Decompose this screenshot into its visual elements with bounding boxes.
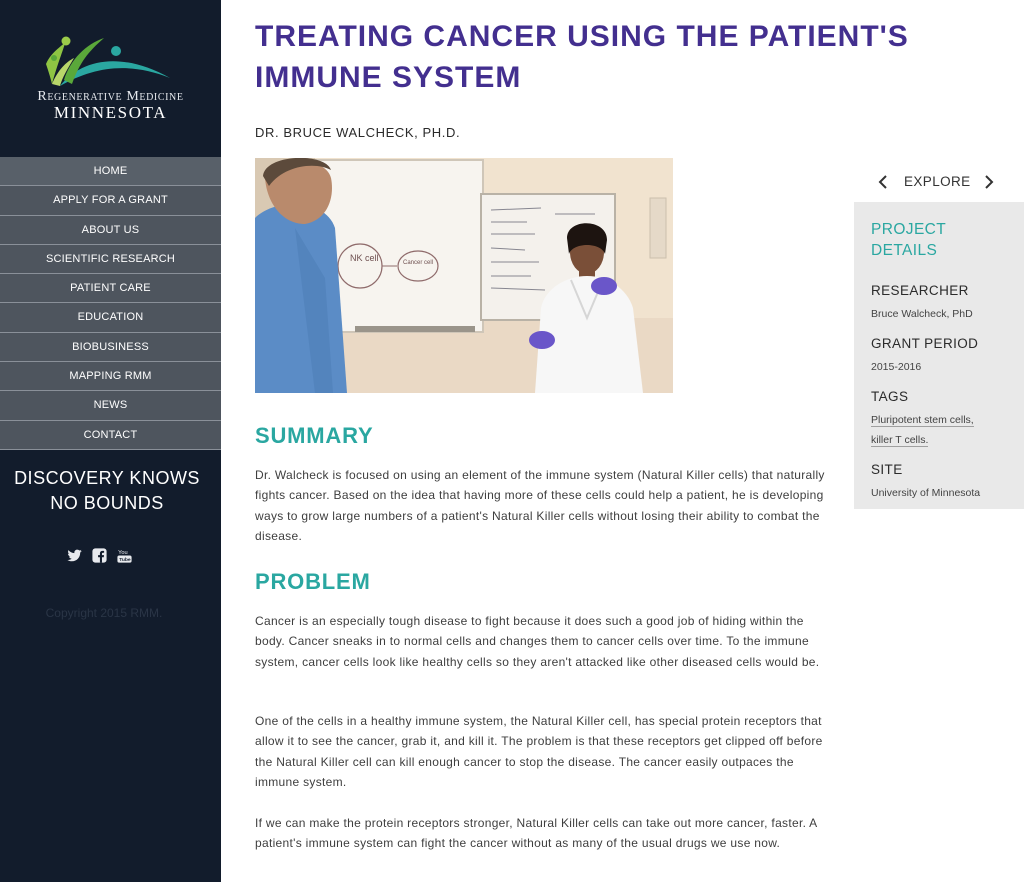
whiteboard-nk-label: NK cell bbox=[350, 253, 379, 263]
author-name: DR. BRUCE WALCHECK, PH.D. bbox=[255, 125, 461, 140]
researcher-label: RESEARCHER bbox=[871, 283, 969, 298]
svg-text:You: You bbox=[118, 550, 128, 556]
tagline-line1: DISCOVERY KNOWS bbox=[14, 468, 200, 488]
project-details-title: PROJECT DETAILS bbox=[871, 219, 1007, 261]
main-nav: HOME APPLY FOR A GRANT ABOUT US SCIENTIF… bbox=[0, 157, 221, 450]
nav-item-about-us[interactable]: ABOUT US bbox=[0, 215, 221, 245]
summary-text: Dr. Walcheck is focused on using an elem… bbox=[255, 468, 825, 543]
page-title: TREATING CANCER USING THE PATIENT'S IMMU… bbox=[255, 16, 935, 98]
project-details-title-line1: PROJECT bbox=[871, 221, 947, 238]
twitter-icon[interactable] bbox=[66, 547, 83, 564]
nav-item-home[interactable]: HOME bbox=[0, 157, 221, 187]
nav-item-contact[interactable]: CONTACT bbox=[0, 420, 221, 450]
chevron-right-icon[interactable] bbox=[981, 173, 997, 191]
page-title-line1: TREATING CANCER USING THE PATIENT'S bbox=[255, 20, 909, 53]
nav-item-mapping-rmm[interactable]: MAPPING RMM bbox=[0, 362, 221, 392]
nav-item-education[interactable]: EDUCATION bbox=[0, 303, 221, 333]
chevron-left-icon[interactable] bbox=[875, 173, 891, 191]
tagline-line2: NO BOUNDS bbox=[50, 493, 164, 513]
researcher-value: Bruce Walcheck, PhD bbox=[871, 308, 973, 320]
tags-list: Pluripotent stem cells, killer T cells. bbox=[871, 410, 1007, 450]
site-value: University of Minnesota bbox=[871, 487, 981, 499]
nav-item-patient-care[interactable]: PATIENT CARE bbox=[0, 274, 221, 304]
problem-paragraph-1: Cancer is an especially tough disease to… bbox=[255, 614, 820, 669]
copyright: Copyright 2015 RMM. bbox=[45, 606, 163, 620]
explore-nav: EXPLORE bbox=[871, 170, 1001, 194]
tag-link[interactable]: Pluripotent stem cells, bbox=[871, 414, 974, 427]
explore-label[interactable]: EXPLORE bbox=[904, 174, 971, 189]
svg-text:Tube: Tube bbox=[119, 557, 131, 563]
project-details-panel: PROJECT DETAILS RESEARCHER Bruce Walchec… bbox=[854, 202, 1024, 509]
project-photo: NK cell Cancer cell bbox=[255, 157, 673, 393]
grant-period-value: 2015-2016 bbox=[871, 361, 922, 373]
youtube-icon[interactable]: You Tube bbox=[116, 547, 133, 564]
problem-paragraph-2: One of the cells in a healthy immune sys… bbox=[255, 714, 823, 789]
nav-item-news[interactable]: NEWS bbox=[0, 391, 221, 421]
problem-paragraph-3: If we can make the protein receptors str… bbox=[255, 816, 817, 851]
problem-heading: PROBLEM bbox=[255, 569, 371, 594]
nav-item-apply-for-a-grant[interactable]: APPLY FOR A GRANT bbox=[0, 186, 221, 216]
project-details-title-line2: DETAILS bbox=[871, 242, 938, 259]
whiteboard-cancer-label: Cancer cell bbox=[403, 260, 433, 266]
tags-label: TAGS bbox=[871, 389, 909, 404]
logo-text-line2: MINNESOTA bbox=[53, 103, 168, 122]
tag-link[interactable]: killer T cells. bbox=[871, 434, 929, 447]
site-label: SITE bbox=[871, 462, 903, 477]
social-links: You Tube bbox=[66, 547, 133, 564]
sidebar: Regenerative Medicine MINNESOTA HOME APP… bbox=[0, 0, 221, 882]
page-title-line2: IMMUNE SYSTEM bbox=[255, 61, 522, 94]
summary-heading: SUMMARY bbox=[255, 423, 374, 448]
logo-mark-icon bbox=[46, 36, 170, 86]
tagline: DISCOVERY KNOWS NO BOUNDS bbox=[0, 466, 208, 516]
nav-item-biobusiness[interactable]: BIOBUSINESS bbox=[0, 332, 221, 363]
facebook-icon[interactable] bbox=[91, 547, 108, 564]
nav-item-scientific-research[interactable]: SCIENTIFIC RESEARCH bbox=[0, 244, 221, 275]
grant-period-label: GRANT PERIOD bbox=[871, 336, 979, 351]
site-logo[interactable]: Regenerative Medicine MINNESOTA bbox=[0, 0, 221, 157]
